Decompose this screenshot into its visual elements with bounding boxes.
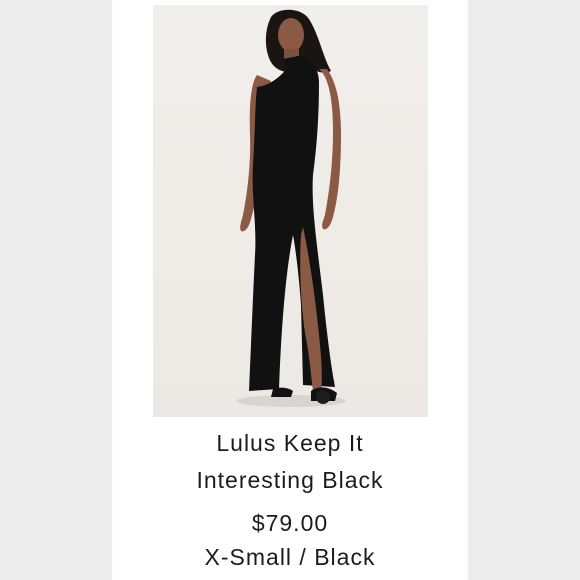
- dress-model-illustration: [236, 9, 346, 407]
- dress: [249, 57, 335, 391]
- blurred-background-left: [0, 0, 112, 580]
- product-variant: X-Small / Black: [204, 544, 376, 570]
- listing-screenshot: Lulus Keep It Interesting Black $79.00 X…: [0, 0, 580, 580]
- shoe-feather-pouf: [316, 390, 330, 404]
- left-shoe: [271, 387, 293, 397]
- product-photo[interactable]: [153, 5, 428, 417]
- product-price: $79.00: [251, 510, 329, 536]
- right-arm: [319, 69, 341, 230]
- product-card[interactable]: Lulus Keep It Interesting Black $79.00 X…: [113, 0, 467, 580]
- product-title-line1: Lulus Keep It: [216, 430, 364, 456]
- product-title-line2: Interesting Black: [196, 467, 384, 493]
- blurred-background-right: [468, 0, 580, 580]
- face: [278, 18, 304, 52]
